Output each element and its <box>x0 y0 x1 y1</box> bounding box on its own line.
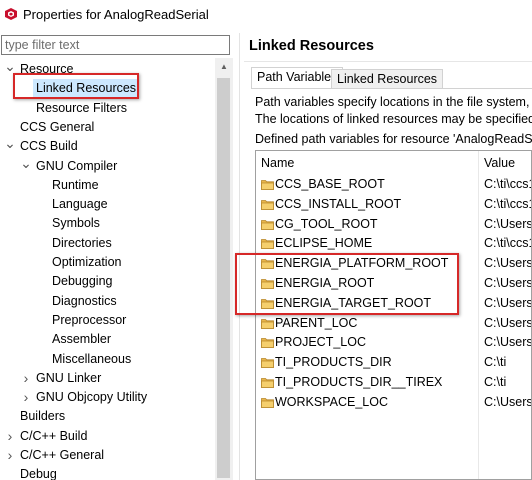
table-row[interactable]: CCS_INSTALL_ROOT C:\ti\ccs1 <box>256 195 532 214</box>
chevron-right-icon[interactable]: › <box>4 446 16 465</box>
tree-item-gnu-linker[interactable]: GNU Linker <box>33 369 104 388</box>
folder-icon <box>261 199 274 210</box>
folder-icon <box>261 318 274 329</box>
navigation-pane: ⌄ResourceLinked ResourcesResource Filter… <box>0 33 233 480</box>
title-bar: Properties for AnalogReadSerial <box>0 0 532 30</box>
tree-item-debug[interactable]: Debug <box>17 465 60 480</box>
tree-item-ccs-build[interactable]: CCS Build <box>17 137 81 156</box>
folder-icon <box>261 180 274 190</box>
variable-value: C:\ti <box>484 355 507 370</box>
table-row[interactable]: CCS_BASE_ROOT C:\ti\ccs1 <box>256 175 532 194</box>
tree-scrollbar[interactable]: ▲ <box>215 58 233 480</box>
tree-item-debugging[interactable]: Debugging <box>49 272 115 291</box>
filter-box[interactable] <box>1 35 230 55</box>
variable-name: TI_PRODUCTS_DIR <box>275 355 392 370</box>
variable-value: C:\Users\ <box>484 394 532 409</box>
path-variables-table[interactable]: Name Value CCS_BASE_ROOT C:\ti\ccs1 CCS_IN… <box>255 150 532 480</box>
variable-name: WORKSPACE_LOC <box>275 394 388 409</box>
folder-icon <box>261 378 274 388</box>
window-title: Properties for AnalogReadSerial <box>23 7 209 22</box>
folder-icon <box>261 219 274 230</box>
table-row[interactable]: WORKSPACE_LOC C:\Users\ <box>256 393 532 412</box>
chevron-right-icon[interactable]: › <box>20 388 32 407</box>
tree-item-ccs-general[interactable]: CCS General <box>17 118 97 137</box>
highlight-linked-resources <box>13 73 139 99</box>
tree-item-runtime[interactable]: Runtime <box>49 176 102 195</box>
column-header-value[interactable]: Value <box>484 155 515 171</box>
tree-item-builders[interactable]: Builders <box>17 407 68 426</box>
variable-name: CCS_INSTALL_ROOT <box>275 196 402 211</box>
variable-value: C:\Users\ <box>484 216 532 231</box>
chevron-right-icon[interactable]: › <box>4 427 16 446</box>
variable-value: C:\ti\ccs1 <box>484 177 532 191</box>
tab-panel-border <box>251 88 532 89</box>
description-line-2: The locations of linked resources may be… <box>255 112 532 126</box>
table-row[interactable]: TI_PRODUCTS_DIR C:\ti <box>256 353 531 372</box>
tree-item-c-cpp-general[interactable]: C/C++ General <box>17 446 107 465</box>
page-title: Linked Resources <box>249 38 374 54</box>
defined-variables-label: Defined path variables for resource 'Ana… <box>255 132 532 146</box>
scrollbar-thumb[interactable] <box>217 78 230 478</box>
tree-item-optimization[interactable]: Optimization <box>49 253 124 272</box>
tab-path-variables[interactable]: Path Variables <box>251 67 344 89</box>
table-row[interactable]: TI_PRODUCTS_DIR__TIREX C:\ti <box>256 373 531 392</box>
tree-item-resource-filters[interactable]: Resource Filters <box>33 99 130 118</box>
title-divider <box>244 61 532 62</box>
variable-name: TI_PRODUCTS_DIR__TIREX <box>275 375 443 389</box>
variable-value: C:\ti\ccs1 <box>484 236 532 251</box>
chevron-down-icon[interactable]: ⌄ <box>4 136 16 156</box>
preference-tree: ⌄ Resource Linked Resources Resource Filter… <box>0 58 215 480</box>
table-row[interactable]: ECLIPSE_HOME C:\ti\ccs1 <box>256 234 532 253</box>
tree-item-preprocessor[interactable]: Preprocessor <box>49 311 129 330</box>
description-line-1: Path variables specify locations in the … <box>255 95 532 109</box>
tree-item-miscellaneous[interactable]: Miscellaneous <box>49 350 134 369</box>
variable-value: C:\Users\ <box>484 315 532 330</box>
tree-item-gnu-compiler[interactable]: GNU Compiler <box>33 157 120 176</box>
chevron-right-icon[interactable]: › <box>20 369 32 388</box>
folder-icon <box>261 397 274 408</box>
tree-item-c-cpp-build[interactable]: C/C++ Build <box>17 427 90 446</box>
tab-linked-resources[interactable]: Linked Resources <box>331 69 444 89</box>
variable-name: CG_TOOL_ROOT <box>275 216 378 231</box>
folder-icon <box>261 239 274 250</box>
variable-value: C:\ti\ccs1 <box>484 196 532 211</box>
table-row[interactable]: PROJECT_LOC C:\Users\ <box>256 333 532 352</box>
filter-input[interactable] <box>5 37 225 53</box>
tree-item-gnu-objcopy-utility[interactable]: GNU Objcopy Utility <box>33 388 150 407</box>
tree-item-language[interactable]: Language <box>49 195 111 214</box>
scroll-up-arrow-icon[interactable]: ▲ <box>215 58 233 75</box>
tree-item-directories[interactable]: Directories <box>49 234 115 253</box>
folder-icon <box>261 358 274 369</box>
variable-value: C:\Users\ <box>484 295 532 310</box>
tree-item-assembler[interactable]: Assembler <box>49 330 114 349</box>
variable-value: C:\Users\ <box>484 335 532 350</box>
variable-value: C:\Users\ <box>484 276 532 290</box>
tree-item-symbols[interactable]: Symbols <box>49 214 103 233</box>
column-header-name[interactable]: Name <box>261 155 294 171</box>
variable-name: PROJECT_LOC <box>275 335 366 350</box>
folder-icon <box>261 338 274 349</box>
variable-value: C:\Users\ <box>484 256 532 271</box>
code-composer-icon <box>5 8 17 20</box>
variable-name: ECLIPSE_HOME <box>275 236 373 251</box>
variable-value: C:\ti <box>484 375 507 389</box>
tree-item-diagnostics[interactable]: Diagnostics <box>49 292 120 311</box>
variable-name: CCS_BASE_ROOT <box>275 177 385 191</box>
table-row[interactable]: CG_TOOL_ROOT C:\Users\ <box>256 215 532 234</box>
highlight-energia-variables <box>235 253 459 315</box>
variable-name: PARENT_LOC <box>275 315 358 330</box>
table-row[interactable]: PARENT_LOC C:\Users\ <box>256 314 532 333</box>
chevron-down-icon[interactable]: ⌄ <box>20 156 32 176</box>
